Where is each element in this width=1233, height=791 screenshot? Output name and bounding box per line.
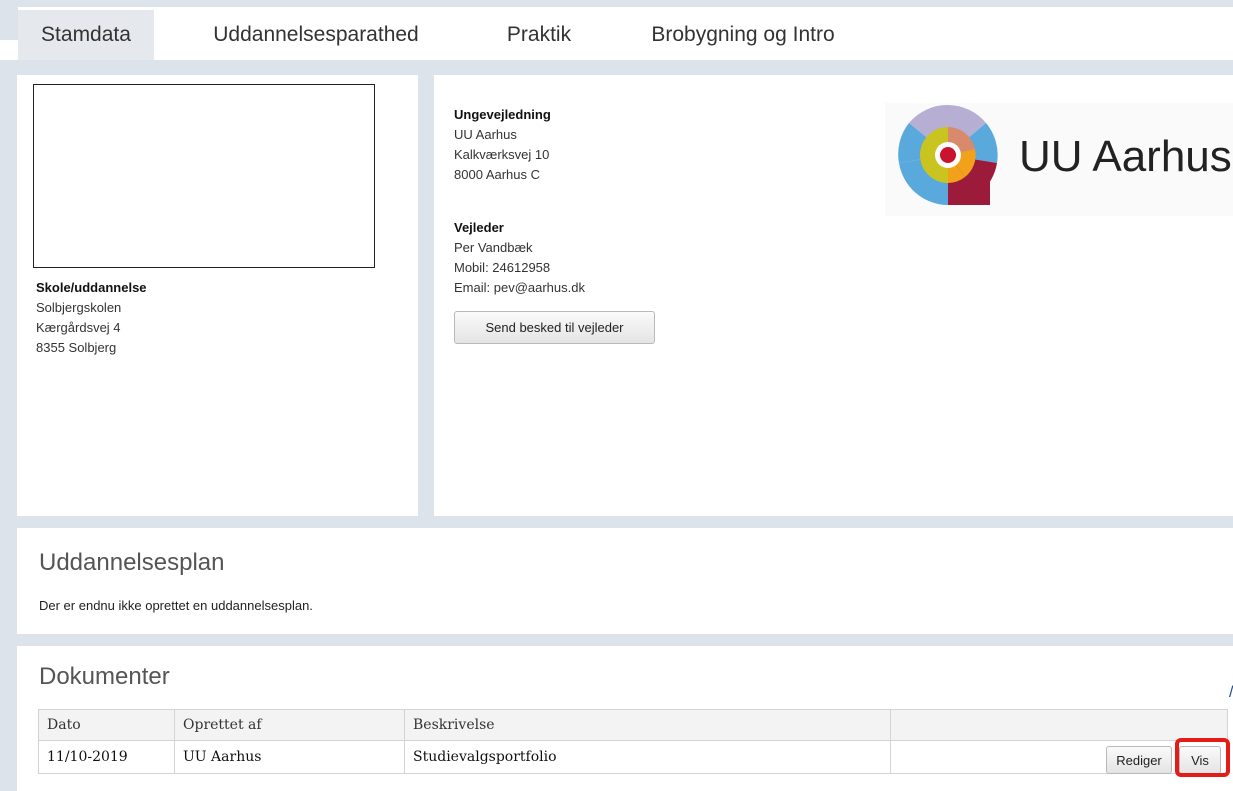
- advisor-name: Per Vandbæk: [454, 240, 533, 255]
- student-photo-placeholder: [33, 84, 375, 268]
- column-header-dato: Dato: [38, 709, 175, 741]
- education-plan-note: Der er endnu ikke oprettet en uddannelse…: [39, 598, 313, 613]
- edit-button[interactable]: Rediger: [1106, 746, 1172, 774]
- guidance-street: Kalkværksvej 10: [454, 147, 550, 162]
- column-header-actions: [890, 709, 1228, 741]
- documents-title: Dokumenter: [39, 663, 170, 690]
- school-heading: Skole/uddannelse: [36, 280, 147, 295]
- tab-brobygning-og-intro[interactable]: Brobygning og Intro: [630, 10, 856, 60]
- tab-uddannelsesparathed[interactable]: Uddannelsesparathed: [182, 10, 450, 60]
- column-header-beskrivelse: Beskrivelse: [404, 709, 891, 741]
- education-plan-title: Uddannelsesplan: [39, 549, 225, 576]
- logo-text: UU Aarhus: [1019, 132, 1232, 181]
- advisor-email: Email: pev@aarhus.dk: [454, 280, 585, 295]
- advisor-info: Vejleder Per Vandbæk Mobil: 24612958 Ema…: [454, 218, 585, 298]
- guidance-panel: Ungevejledning UU Aarhus Kalkværksvej 10…: [434, 75, 1233, 516]
- cell-created-by: UU Aarhus: [174, 740, 405, 774]
- table-header-row: Dato Oprettet af Beskrivelse: [38, 709, 1228, 741]
- guidance-address: Ungevejledning UU Aarhus Kalkværksvej 10…: [454, 105, 551, 185]
- school-name: Solbjergskolen: [36, 300, 122, 315]
- view-button-highlight: [1175, 738, 1230, 777]
- uu-aarhus-logo: UU Aarhus: [885, 103, 1233, 216]
- guidance-heading: Ungevejledning: [454, 107, 551, 122]
- send-message-button[interactable]: Send besked til vejleder: [454, 311, 655, 344]
- school-street: Kærgårdsvej 4: [36, 320, 121, 335]
- uu-aarhus-logo-icon: [898, 104, 998, 205]
- tab-stamdata[interactable]: Stamdata: [18, 10, 154, 60]
- cell-date: 11/10-2019: [38, 740, 175, 774]
- column-header-oprettet-af: Oprettet af: [174, 709, 405, 741]
- guidance-city: 8000 Aarhus C: [454, 167, 541, 182]
- advisor-heading: Vejleder: [454, 220, 504, 235]
- documents-table: Dato Oprettet af Beskrivelse 11/10-2019 …: [38, 709, 1228, 774]
- school-address: Skole/uddannelse Solbjergskolen Kærgårds…: [36, 278, 147, 358]
- guidance-org: UU Aarhus: [454, 127, 517, 142]
- student-panel: Skole/uddannelse Solbjergskolen Kærgårds…: [17, 75, 418, 516]
- table-row: 11/10-2019 UU Aarhus Studievalgsportfoli…: [38, 740, 1228, 774]
- education-plan-panel: Uddannelsesplan Der er endnu ikke oprett…: [17, 528, 1233, 634]
- advisor-mobile: Mobil: 24612958: [454, 260, 551, 275]
- corner-mark: /: [1229, 684, 1233, 702]
- top-left-strip: [0, 7, 18, 40]
- tab-bar: Stamdata Uddannelsesparathed Praktik Bro…: [18, 7, 1233, 61]
- top-strip: [0, 0, 1233, 7]
- documents-panel: Dokumenter Dato Oprettet af Beskrivelse …: [17, 646, 1233, 791]
- cell-description: Studievalgsportfolio: [404, 740, 891, 774]
- school-city: 8355 Solbjerg: [36, 340, 117, 355]
- tab-praktik[interactable]: Praktik: [494, 10, 584, 60]
